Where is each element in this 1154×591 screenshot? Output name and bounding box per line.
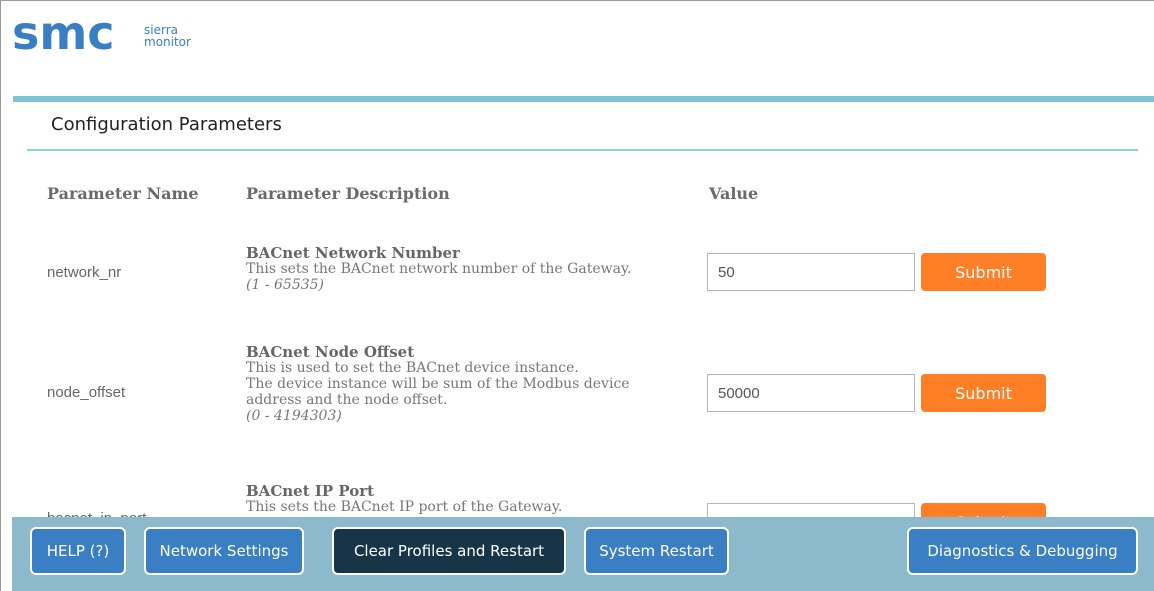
param-description: BACnet IP Port This sets the BACnet IP p… (246, 483, 686, 515)
param-description: BACnet Network Number This sets the BACn… (246, 245, 686, 293)
clear-profiles-restart-button[interactable]: Clear Profiles and Restart (332, 527, 566, 575)
network-nr-input[interactable] (707, 253, 915, 291)
smc-logo: smc sierra monitor (12, 15, 202, 55)
param-desc-line: address and the node offset. (246, 392, 448, 408)
column-header-name: Parameter Name (47, 184, 199, 203)
system-restart-button[interactable]: System Restart (584, 527, 729, 575)
page-frame: smc sierra monitor Configuration Paramet… (0, 0, 1154, 591)
param-title: BACnet Network Number (246, 244, 460, 262)
param-description: BACnet Node Offset This is used to set t… (246, 344, 686, 424)
param-name: network_nr (47, 264, 122, 281)
network-nr-submit-button[interactable]: Submit (921, 253, 1046, 291)
param-title: BACnet IP Port (246, 482, 375, 500)
title-divider (27, 149, 1138, 151)
page-title: Configuration Parameters (51, 114, 282, 135)
diagnostics-debugging-button[interactable]: Diagnostics & Debugging (907, 527, 1138, 575)
param-range: (0 - 4194303) (246, 408, 342, 424)
help-button[interactable]: HELP (?) (30, 527, 126, 575)
param-desc-line: The device instance will be sum of the M… (246, 376, 630, 392)
param-name: node_offset (47, 384, 126, 401)
param-desc-line: This is used to set the BACnet device in… (246, 360, 579, 376)
logo-sub-2: monitor (144, 35, 191, 49)
param-desc-line: This sets the BACnet network number of t… (246, 261, 632, 277)
param-range: (1 - 65535) (246, 277, 324, 293)
node-offset-submit-button[interactable]: Submit (921, 374, 1046, 412)
header-divider (13, 96, 1154, 102)
column-header-value: Value (709, 184, 759, 203)
column-header-description: Parameter Description (246, 184, 450, 203)
param-desc-line: This sets the BACnet IP port of the Gate… (246, 499, 563, 515)
logo-text: smc (12, 15, 115, 55)
network-settings-button[interactable]: Network Settings (144, 527, 304, 575)
bottom-toolbar: HELP (?) Network Settings Clear Profiles… (12, 517, 1154, 591)
node-offset-input[interactable] (707, 374, 915, 412)
param-title: BACnet Node Offset (246, 343, 415, 361)
